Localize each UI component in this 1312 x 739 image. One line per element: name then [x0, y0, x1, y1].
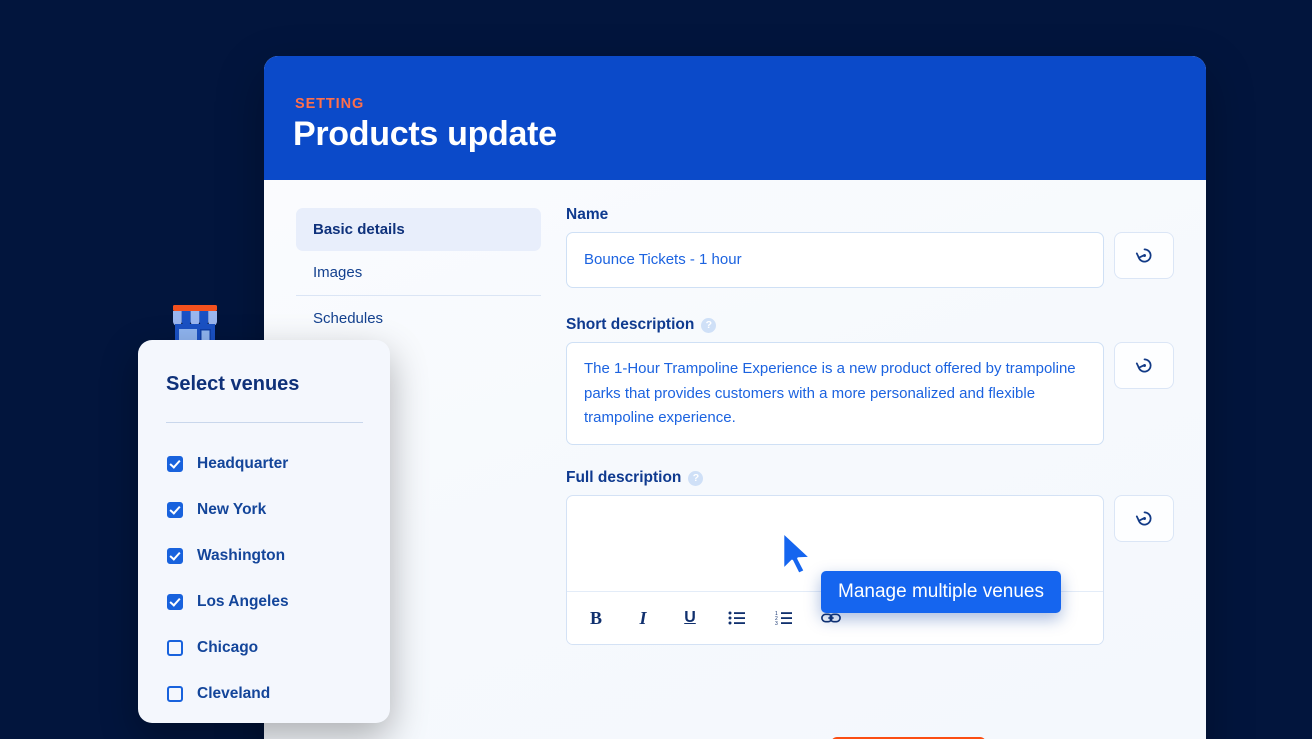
name-label-text: Name: [566, 206, 609, 223]
checkbox-checked-icon[interactable]: [167, 456, 183, 472]
venue-label: Headquarter: [197, 455, 289, 472]
nav-divider: [296, 295, 541, 296]
svg-text:3: 3: [775, 621, 778, 626]
card-divider: [166, 422, 363, 423]
name-field-label: Name: [566, 206, 1176, 224]
underline-button[interactable]: U: [679, 607, 701, 629]
checkbox-checked-icon[interactable]: [167, 594, 183, 610]
restore-icon: [1135, 358, 1151, 373]
checkbox-unchecked-icon[interactable]: [167, 686, 183, 702]
venue-item-washington[interactable]: Washington: [167, 533, 367, 579]
venue-label: Los Angeles: [197, 593, 289, 610]
pointer-arrow-cursor: [781, 530, 813, 576]
nav-item-images[interactable]: Images: [296, 251, 541, 294]
venue-label: Washington: [197, 547, 286, 564]
venue-item-los-angeles[interactable]: Los Angeles: [167, 579, 367, 625]
nav-item-label: Schedules: [313, 310, 384, 327]
venue-item-headquarter[interactable]: Headquarter: [167, 441, 367, 487]
venue-checkbox-list: Headquarter New York Washington Los Ange…: [167, 441, 367, 717]
full-description-restore-button[interactable]: [1114, 495, 1174, 543]
italic-button[interactable]: I: [632, 607, 654, 629]
short-description-textarea[interactable]: The 1-Hour Trampoline Experience is a ne…: [566, 342, 1104, 446]
nav-item-basic-details[interactable]: Basic details: [296, 208, 541, 251]
help-circle-icon[interactable]: ?: [688, 470, 704, 486]
checkbox-unchecked-icon[interactable]: [167, 640, 183, 656]
numbered-list-button[interactable]: 1 2 3: [773, 607, 795, 629]
venue-label: Cleveland: [197, 685, 271, 702]
name-restore-button[interactable]: [1114, 232, 1174, 279]
products-update-panel: SETTING Products update Basic details Im…: [264, 56, 1206, 739]
venue-item-chicago[interactable]: Chicago: [167, 625, 367, 671]
venue-label: Chicago: [197, 639, 259, 656]
restore-icon: [1135, 248, 1151, 263]
short-description-label: Short description ?: [566, 316, 1176, 334]
restore-icon: [1135, 511, 1151, 526]
bullet-list-button[interactable]: [726, 607, 748, 629]
nav-item-label: Basic details: [313, 221, 405, 238]
short-description-restore-button[interactable]: [1114, 342, 1174, 390]
venue-label: New York: [197, 501, 267, 518]
select-venues-card: Select venues Headquarter New York Washi…: [138, 340, 390, 723]
full-description-label: Full description ?: [566, 469, 1176, 487]
help-circle-icon[interactable]: ?: [701, 317, 717, 333]
section-eyebrow: SETTING: [295, 96, 365, 112]
settings-nav: Basic details Images Schedules: [296, 208, 541, 340]
screenshot-stage: SETTING Products update Basic details Im…: [0, 0, 1312, 739]
full-description-label-text: Full description: [566, 469, 682, 487]
numbered-list-icon: 1 2 3: [775, 611, 792, 626]
short-description-row: The 1-Hour Trampoline Experience is a ne…: [566, 342, 1176, 446]
checkbox-checked-icon[interactable]: [167, 502, 183, 518]
link-icon: [821, 613, 841, 623]
page-title: Products update: [293, 115, 557, 153]
venue-item-new-york[interactable]: New York: [167, 487, 367, 533]
name-field-row: Bounce Tickets - 1 hour: [566, 232, 1176, 289]
checkbox-checked-icon[interactable]: [167, 548, 183, 564]
nav-item-schedules[interactable]: Schedules: [296, 297, 541, 340]
name-input[interactable]: Bounce Tickets - 1 hour: [566, 232, 1104, 289]
nav-item-label: Images: [313, 264, 363, 281]
bullet-list-icon: [728, 611, 745, 625]
bold-button[interactable]: B: [585, 607, 607, 629]
venue-item-cleveland[interactable]: Cleveland: [167, 671, 367, 717]
short-description-label-text: Short description: [566, 316, 695, 334]
panel-header: SETTING Products update: [264, 56, 1206, 180]
tooltip: Manage multiple venues: [821, 571, 1061, 613]
select-venues-title: Select venues: [166, 373, 300, 395]
